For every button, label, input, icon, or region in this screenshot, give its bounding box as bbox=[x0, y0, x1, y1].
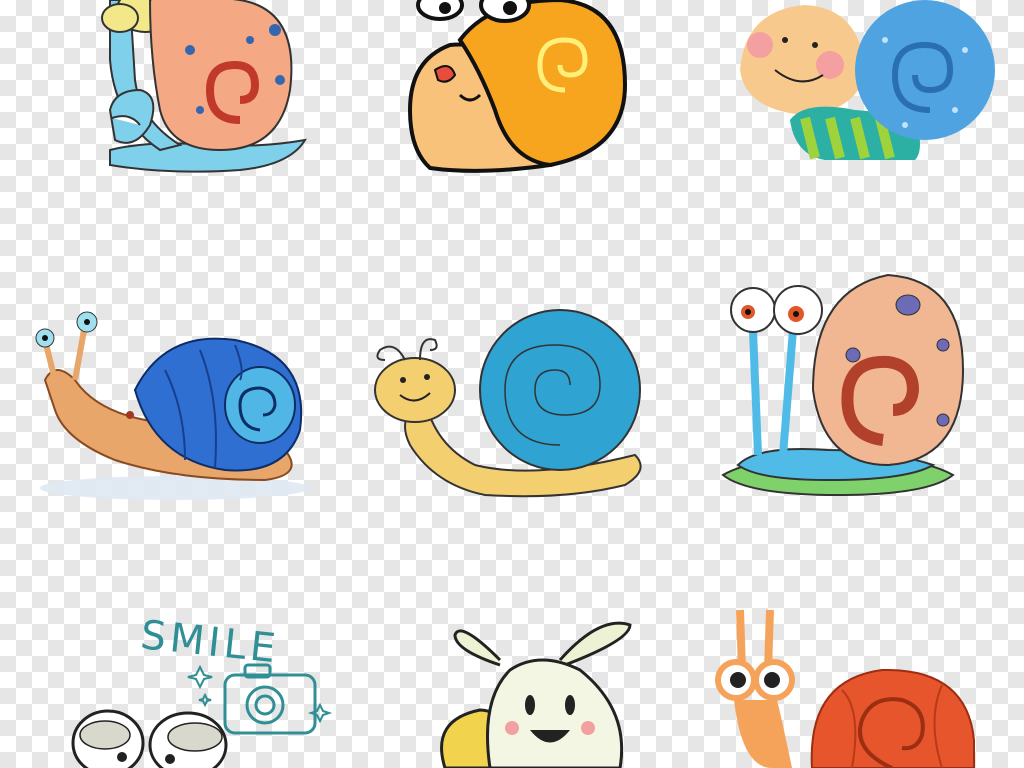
snail-1-orange-spotted bbox=[101, 0, 307, 173]
snail-3-blue-polka-shell bbox=[740, 0, 995, 160]
snail-5-blue-spiral-yellow-body bbox=[374, 309, 642, 498]
googly-eyes-bottom-left bbox=[71, 709, 228, 768]
snail-4-blue-shell-realistic bbox=[35, 311, 310, 500]
snail-6-brown-spiral-googly-eyes bbox=[721, 273, 965, 497]
snail-2-yellow-big-eyes bbox=[407, 0, 628, 173]
snail-8-orange-shell bbox=[715, 609, 975, 768]
snail-7-white-face-antennae bbox=[440, 621, 632, 768]
